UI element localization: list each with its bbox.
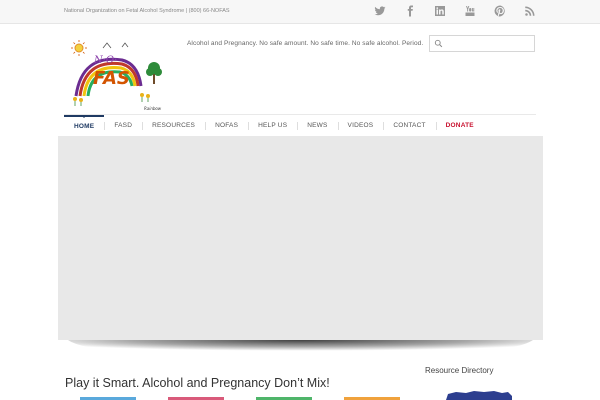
page-headline: Play it Smart. Alcohol and Pregnancy Don… — [65, 376, 330, 390]
search-box[interactable] — [429, 35, 535, 52]
nav-item-home[interactable]: HOME — [64, 114, 105, 137]
slider-shadow — [68, 340, 533, 358]
logo-text-no: N·O· — [93, 55, 117, 66]
hero-slider[interactable] — [58, 136, 543, 340]
facebook-icon[interactable] — [404, 5, 416, 17]
main-nav: HOME FASD RESOURCES NOFAS HELP US NEWS V… — [64, 114, 536, 136]
resource-directory-title[interactable]: Resource Directory — [425, 366, 493, 375]
search-icon[interactable] — [434, 39, 443, 48]
nav-item-news[interactable]: NEWS — [297, 115, 337, 137]
organization-contact-line: National Organization on Fetal Alcohol S… — [64, 8, 230, 14]
linkedin-icon[interactable] — [434, 5, 446, 17]
nofas-logo[interactable]: N·O· FAS Rainbow — [66, 38, 168, 114]
nav-item-nofas[interactable]: NOFAS — [205, 115, 248, 137]
social-links — [374, 5, 536, 17]
pinterest-icon[interactable] — [494, 5, 506, 17]
nav-item-donate[interactable]: DONATE — [435, 115, 484, 137]
nav-item-videos[interactable]: VIDEOS — [337, 115, 384, 137]
youtube-icon[interactable] — [464, 5, 476, 17]
logo-caption: Rainbow — [144, 106, 162, 111]
nav-item-help-us[interactable]: HELP US — [248, 115, 297, 137]
header-tagline: Alcohol and Pregnancy. No safe amount. N… — [187, 40, 424, 47]
top-bar: National Organization on Fetal Alcohol S… — [0, 0, 600, 24]
search-input[interactable] — [446, 37, 532, 50]
resource-directory-map[interactable] — [444, 390, 514, 400]
rss-icon[interactable] — [524, 5, 536, 17]
sun-doodle — [71, 40, 87, 56]
twitter-icon[interactable] — [374, 5, 386, 17]
nav-item-resources[interactable]: RESOURCES — [142, 115, 205, 137]
nav-item-fasd[interactable]: FASD — [104, 115, 142, 137]
logo-text-fas: FAS — [93, 68, 130, 89]
nav-item-contact[interactable]: CONTACT — [383, 115, 435, 137]
